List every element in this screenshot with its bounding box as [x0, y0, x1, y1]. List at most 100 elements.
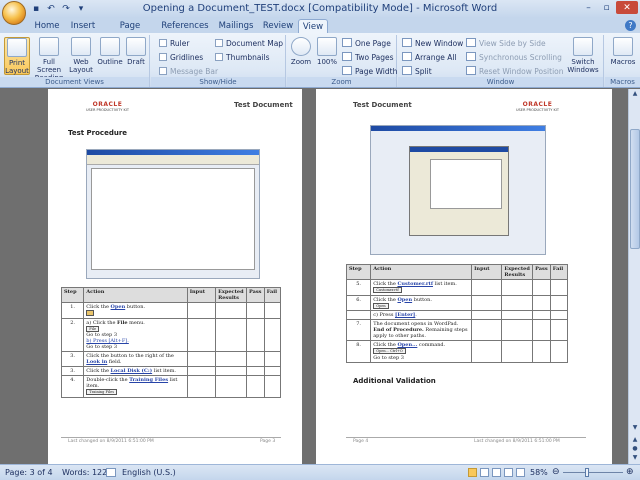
help-icon[interactable]: ?: [625, 20, 636, 31]
footer-rule: [346, 437, 586, 438]
switch-windows-icon: [573, 37, 593, 56]
page-100-icon: [317, 37, 337, 56]
vertical-scrollbar[interactable]: ▲ ▼ ▲ ● ▼: [628, 89, 640, 464]
document-map-checkbox[interactable]: Document Map: [215, 38, 283, 49]
tab-home[interactable]: Home: [32, 19, 62, 33]
split-icon: [402, 66, 412, 75]
tab-view[interactable]: View: [298, 19, 328, 33]
header-title: Test Document: [234, 101, 293, 109]
page-4: Test Document ORACLE USER PRODUCTIVITY K…: [316, 89, 612, 464]
two-pages-icon: [342, 52, 352, 61]
thumbnails-checkbox[interactable]: Thumbnails: [215, 52, 270, 63]
zoom-level[interactable]: 58%: [530, 468, 548, 477]
group-label: Window: [398, 77, 603, 87]
zoom-out-icon[interactable]: ⊖: [552, 467, 560, 477]
word-count[interactable]: Words: 122: [62, 468, 107, 477]
footer-page-number: Page 4: [353, 439, 369, 444]
scroll-up-arrow-icon[interactable]: ▲: [630, 90, 640, 100]
macros-button[interactable]: Macros: [609, 37, 637, 66]
tab-mailings[interactable]: Mailings: [214, 19, 258, 33]
file-menu-icon: File: [86, 325, 100, 332]
footer-right: Last changed on 8/9/2011 6:51:00 PM: [474, 439, 560, 444]
web-layout-button[interactable]: Web Layout: [68, 37, 94, 74]
tab-review[interactable]: Review: [262, 19, 294, 33]
close-button[interactable]: ✕: [616, 1, 638, 14]
footer-rule: [61, 437, 281, 438]
outline-button[interactable]: Outline: [96, 37, 124, 66]
zoom-slider-track[interactable]: [563, 472, 623, 473]
tab-page-layout[interactable]: Page Layout: [104, 19, 156, 45]
split-button[interactable]: Split: [402, 66, 432, 77]
test-table-right: Step Action Input Expected Results Pass …: [345, 264, 569, 363]
zoom-button[interactable]: Zoom: [289, 37, 313, 66]
test-table-left: Step Action Input Expected Results Pass …: [60, 287, 282, 398]
table-row: 8. Click the Open... command. Open... Ctr…: [345, 340, 569, 363]
gridlines-checkbox[interactable]: Gridlines: [159, 52, 203, 63]
synchronous-scrolling-button[interactable]: Synchronous Scrolling: [466, 52, 562, 63]
next-page-icon[interactable]: ▼: [630, 454, 640, 464]
zoom-slider-thumb[interactable]: [585, 468, 589, 477]
print-layout-button[interactable]: Print Layout: [4, 37, 30, 75]
customer-rtf-chip: Customer.rtf: [373, 287, 402, 293]
group-window: New Window Arrange All Split View Side b…: [398, 35, 604, 87]
two-pages-button[interactable]: Two Pages: [342, 52, 394, 63]
screenshot-wordpad: [86, 149, 260, 279]
reset-window-position-button[interactable]: Reset Window Position: [466, 66, 564, 77]
one-page-icon: [342, 38, 352, 47]
arrange-all-button[interactable]: Arrange All: [402, 52, 457, 63]
tab-references[interactable]: References: [160, 19, 210, 33]
language[interactable]: English (U.S.): [122, 468, 176, 477]
open-command-chip: Open... Ctrl+O: [373, 348, 406, 354]
ruler-checkbox[interactable]: Ruler: [159, 38, 189, 49]
checkbox-icon: [215, 39, 223, 47]
magnifier-icon: [291, 37, 311, 56]
tab-insert[interactable]: Insert: [66, 19, 100, 33]
group-label: Document Views: [0, 77, 149, 87]
status-bar: Page: 3 of 4 Words: 122 English (U.S.) 5…: [0, 464, 640, 480]
office-button[interactable]: [2, 1, 26, 25]
outline-icon: [100, 37, 120, 56]
group-label: Zoom: [287, 77, 396, 87]
full-screen-view-icon[interactable]: [480, 468, 489, 477]
new-window-button[interactable]: New Window: [402, 38, 463, 49]
group-label: Show/Hide: [151, 77, 285, 87]
zoom-100-button[interactable]: 100%: [315, 37, 339, 66]
zoom-in-icon[interactable]: ⊕: [626, 467, 634, 477]
message-bar-checkbox[interactable]: Message Bar: [159, 66, 218, 77]
page-width-button[interactable]: Page Width: [342, 66, 397, 77]
maximize-button[interactable]: ▫: [598, 1, 615, 14]
group-macros: Macros Macros: [605, 35, 640, 87]
web-layout-view-icon[interactable]: [492, 468, 501, 477]
draft-view-icon[interactable]: [516, 468, 525, 477]
document-workspace: ORACLE USER PRODUCTIVITY KIT Test Docume…: [0, 89, 628, 464]
group-label: Macros: [605, 77, 640, 87]
scroll-down-arrow-icon[interactable]: ▼: [630, 424, 640, 434]
footer-page-number: Page 3: [260, 439, 276, 444]
minimize-button[interactable]: –: [580, 1, 597, 14]
heading-test-procedure: Test Procedure: [68, 129, 128, 137]
draft-button[interactable]: Draft: [124, 37, 148, 66]
draft-icon: [126, 37, 146, 56]
page-count[interactable]: Page: 3 of 4: [5, 468, 53, 477]
arrange-all-icon: [402, 52, 412, 61]
proofing-icon[interactable]: [106, 468, 116, 477]
view-side-by-side-button[interactable]: View Side by Side: [466, 38, 546, 49]
page-3: ORACLE USER PRODUCTIVITY KIT Test Docume…: [48, 89, 302, 464]
sync-scroll-icon: [466, 52, 476, 61]
ribbon-tabs: Home Insert Page Layout References Maili…: [0, 18, 640, 45]
table-row: 1. Click the Open button.: [60, 302, 282, 319]
table-row: 4. Double-click the Training Files list …: [60, 375, 282, 398]
checkbox-icon: [159, 39, 167, 47]
title-bar: ▪ ↶ ↷ ▾ Opening a Document_TEST.docx [Co…: [0, 0, 640, 25]
full-screen-reading-button[interactable]: Full Screen Reading: [32, 37, 66, 82]
outline-view-icon[interactable]: [504, 468, 513, 477]
checkbox-icon: [159, 53, 167, 61]
one-page-button[interactable]: One Page: [342, 38, 391, 49]
switch-windows-button[interactable]: Switch Windows: [566, 37, 600, 74]
table-row: 2. a) Click the File menu. File Go to step…: [60, 317, 282, 352]
scrollbar-thumb[interactable]: [630, 129, 640, 249]
page-width-icon: [342, 66, 352, 75]
table-header-row: Step Action Input Expected Results Pass …: [60, 287, 282, 303]
ribbon: Print Layout Full Screen Reading Web Lay…: [0, 33, 640, 88]
print-layout-view-icon[interactable]: [468, 468, 477, 477]
